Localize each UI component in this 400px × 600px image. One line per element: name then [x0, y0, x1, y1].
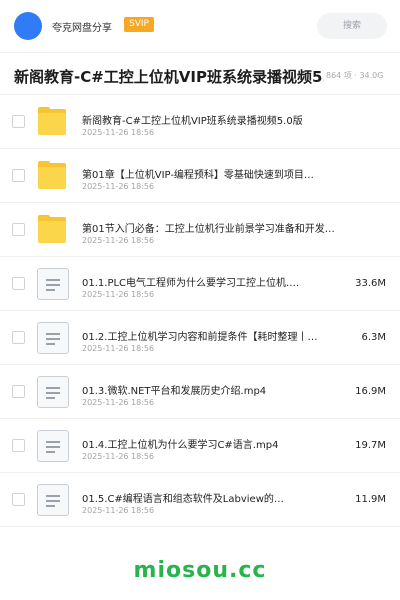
select-checkbox[interactable] [12, 277, 25, 290]
file-name: 01.1.PLC电气工程师为什么要学习工控上位机.… [82, 278, 300, 289]
file-size: 19.7M [355, 440, 386, 451]
file-date: 2025-11-26 18:56 [82, 344, 155, 353]
top-bar: 夸克网盘分享 SVIP 搜索 [0, 0, 400, 52]
select-checkbox[interactable] [12, 169, 25, 182]
file-date: 2025-11-26 18:56 [82, 128, 155, 137]
document-icon [37, 484, 69, 516]
file-name: 01.2.工控上位机学习内容和前提条件【耗时整理丨… [82, 332, 318, 343]
select-checkbox[interactable] [12, 385, 25, 398]
file-date: 2025-11-26 18:56 [82, 290, 155, 299]
file-date: 2025-11-26 18:56 [82, 452, 155, 461]
select-checkbox[interactable] [12, 331, 25, 344]
document-icon [37, 376, 69, 408]
file-name: 第01节入门必备：工控上位机行业前景学习准备和开发… [82, 224, 335, 235]
file-name: 01.3.微软.NET平台和发展历史介绍.mp4 [82, 386, 267, 397]
file-size: 16.9M [355, 386, 386, 397]
svip-badge: SVIP [124, 17, 154, 32]
search-button[interactable]: 搜索 [317, 13, 387, 39]
file-row[interactable]: 01.2.工控上位机学习内容和前提条件【耗时整理丨… 2025-11-26 18… [0, 311, 400, 365]
file-row[interactable]: 第01章【上位机VIP-编程预科】零基础快速到项目… 2025-11-26 18… [0, 149, 400, 203]
document-icon [37, 322, 69, 354]
file-size: 11.9M [355, 494, 386, 505]
share-meta: 864 项 · 34.0G [326, 71, 384, 80]
app-brand: 夸克网盘分享 [52, 23, 112, 34]
watermark: miosou.cc [133, 558, 267, 583]
file-date: 2025-11-26 18:56 [82, 506, 155, 515]
select-checkbox[interactable] [12, 493, 25, 506]
file-row[interactable]: 01.4.工控上位机为什么要学习C#语言.mp4 2025-11-26 18:5… [0, 419, 400, 473]
select-checkbox[interactable] [12, 115, 25, 128]
file-row[interactable]: 01.1.PLC电气工程师为什么要学习工控上位机.… 2025-11-26 18… [0, 257, 400, 311]
file-row[interactable]: 第01节入门必备：工控上位机行业前景学习准备和开发… 2025-11-26 18… [0, 203, 400, 257]
avatar[interactable] [14, 12, 42, 40]
file-name: 01.5.C#编程语言和组态软件及Labview的… [82, 494, 284, 505]
folder-icon [37, 160, 69, 192]
file-name: 01.4.工控上位机为什么要学习C#语言.mp4 [82, 440, 279, 451]
file-row[interactable]: 新阁教育-C#工控上位机VIP班系统录播视频5.0版 2025-11-26 18… [0, 95, 400, 149]
file-name: 第01章【上位机VIP-编程预科】零基础快速到项目… [82, 170, 314, 181]
select-checkbox[interactable] [12, 223, 25, 236]
file-date: 2025-11-26 18:56 [82, 182, 155, 191]
folder-icon [37, 106, 69, 138]
file-size: 33.6M [355, 278, 386, 289]
file-date: 2025-11-26 18:56 [82, 398, 155, 407]
file-row[interactable]: 01.3.微软.NET平台和发展历史介绍.mp4 2025-11-26 18:5… [0, 365, 400, 419]
folder-icon [37, 214, 69, 246]
file-row[interactable]: 01.5.C#编程语言和组态软件及Labview的… 2025-11-26 18… [0, 473, 400, 527]
file-date: 2025-11-26 18:56 [82, 236, 155, 245]
share-title: 新阁教育-C#工控上位机VIP班系统录播视频5.0 [14, 68, 324, 86]
file-list: 新阁教育-C#工控上位机VIP班系统录播视频5.0版 2025-11-26 18… [0, 95, 400, 527]
file-size: 6.3M [361, 332, 386, 343]
file-name: 新阁教育-C#工控上位机VIP班系统录播视频5.0版 [82, 116, 303, 127]
divider [0, 52, 400, 53]
select-checkbox[interactable] [12, 439, 25, 452]
document-icon [37, 268, 69, 300]
document-icon [37, 430, 69, 462]
